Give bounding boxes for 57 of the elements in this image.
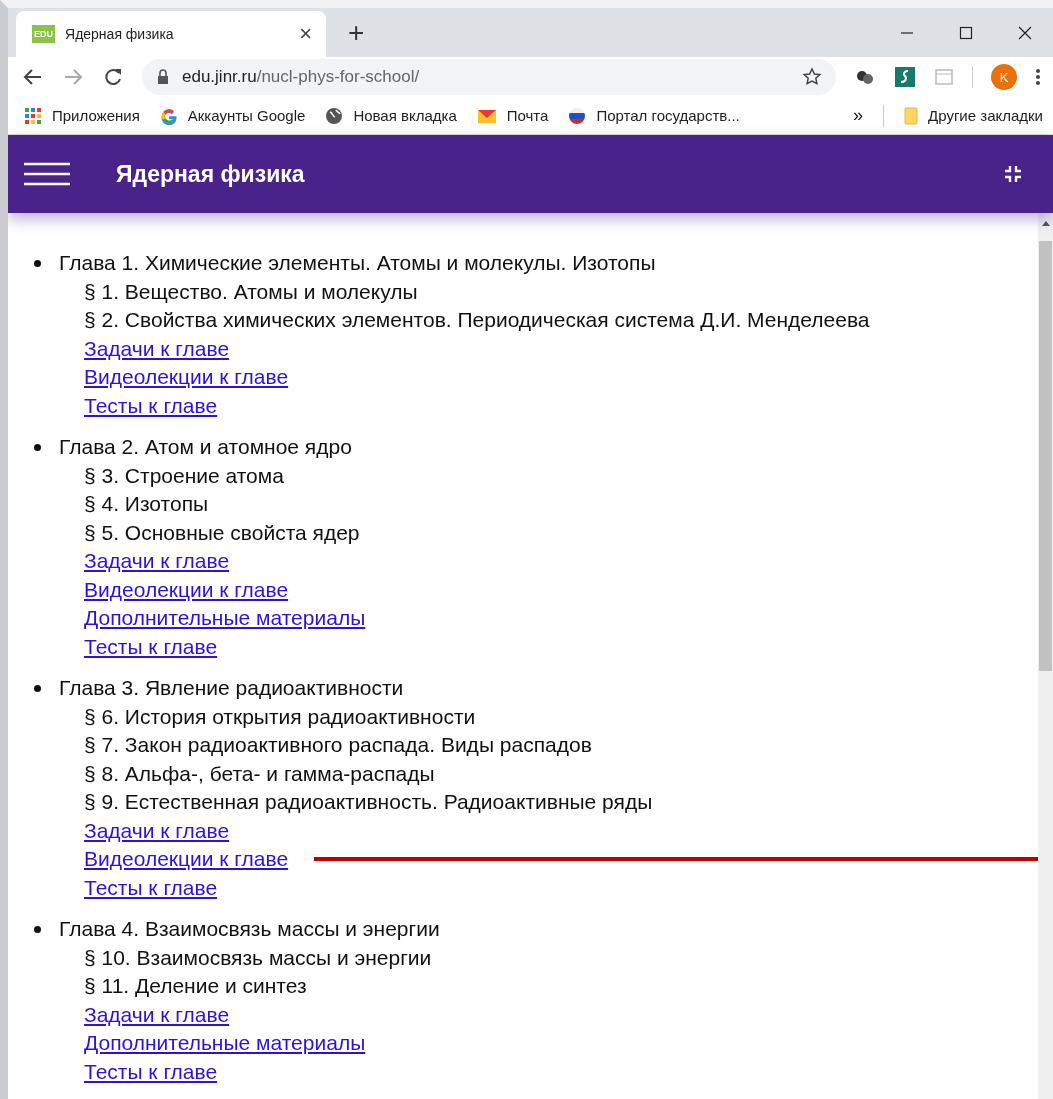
bookmark-item[interactable]: Портал государств... [568, 106, 740, 125]
flag-icon [568, 106, 587, 125]
bookmark-item[interactable]: Приложения [24, 106, 140, 125]
exit-fullscreen-icon[interactable] [1003, 164, 1023, 184]
browser-tab[interactable]: EDU Ядерная физика × [16, 11, 326, 57]
app-title: Ядерная физика [116, 160, 305, 188]
bookmark-item[interactable]: Аккаунты Google [159, 106, 306, 125]
section-title: § 1. Вещество. Атомы и молекулы [84, 278, 418, 305]
bookmark-item[interactable]: Новая вкладка [325, 106, 457, 125]
chapter-link[interactable]: Дополнительные материалы [84, 1029, 366, 1058]
chapter-link[interactable]: Тесты к главе [84, 1057, 218, 1086]
chapter-link[interactable]: Тесты к главе [84, 632, 218, 661]
chapter-link[interactable]: Задачи к главе [84, 334, 230, 363]
new-tab-button[interactable]: + [348, 16, 365, 49]
section-title: § 9. Естественная радиоактивность. Радиоактивные ряды [84, 789, 653, 815]
chapter-link[interactable]: Видеолекции к главе [84, 363, 289, 392]
chapter-link[interactable]: Тесты к главе [84, 391, 218, 420]
maximize-icon[interactable] [958, 24, 974, 41]
section-title: § 3. Строение атома [84, 462, 284, 489]
mail-icon [476, 107, 497, 124]
section-title: § 8. Альфа-, бета- и гамма-распады [84, 760, 435, 787]
chapter-link[interactable]: Тесты к главе [84, 873, 218, 902]
apps-grid-icon [24, 106, 42, 125]
address-bar[interactable]: edu.jinr.ru/nucl-phys-for-school/ [142, 59, 836, 96]
scroll-up-icon[interactable] [1040, 219, 1051, 227]
close-icon[interactable] [1017, 24, 1033, 41]
google-icon [159, 106, 178, 125]
chapter-link[interactable]: Задачи к главе [84, 816, 230, 845]
section-title: § 7. Закон радиоактивного распада. Виды распадов [84, 732, 592, 758]
folder-icon [904, 106, 919, 125]
section-title: § 11. Деление и синтез [84, 973, 307, 999]
bookmark-item[interactable]: Почта [476, 107, 549, 125]
chapter-title: Глава 3. Явление радиоактивности [34, 674, 1038, 703]
section-title: § 4. Изотопы [84, 491, 209, 517]
section-title: § 5. Основные свойста ядер [84, 519, 360, 546]
tab-title: Ядерная физика [65, 26, 175, 42]
menu-icon[interactable] [1035, 68, 1041, 87]
close-tab-button[interactable]: × [299, 21, 312, 47]
chapter-link[interactable]: Видеолекции к главе [84, 575, 289, 604]
site-favicon: EDU [32, 25, 55, 43]
chapter-title: Глава 2. Атом и атомное ядро [34, 433, 1038, 462]
menu-icon[interactable] [24, 161, 70, 187]
more-bookmarks-button[interactable]: » [853, 105, 864, 127]
section-title: § 2. Свойства химических элементов. Периодическая система Д.И. Менделеева [84, 307, 870, 333]
url-text: edu.jinr.ru/nucl-phys-for-school/ [182, 67, 421, 88]
section-title: § 10. Взаимосвязь массы и энергии [84, 944, 432, 971]
lock-icon [156, 69, 170, 86]
bookmark-star-icon[interactable] [802, 67, 822, 88]
bookmark-folder[interactable]: Другие закладки [904, 106, 1043, 125]
chapter-link[interactable]: Видеолекции к главе [84, 845, 289, 874]
chapter-title: Глава 1. Химические элементы. Атомы и молекулы. Изотопы [34, 249, 1038, 278]
scrollbar-thumb[interactable] [1039, 241, 1052, 671]
chapter-link[interactable]: Задачи к главе [84, 547, 230, 576]
chapter-link[interactable]: Задачи к главе [84, 1000, 230, 1029]
chapter-link[interactable]: Дополнительные материалы [84, 604, 366, 633]
chapter-title: Глава 4. Взаимосвязь массы и энергии [34, 915, 1038, 944]
section-title: § 6. История открытия радиоактивности [84, 703, 476, 730]
